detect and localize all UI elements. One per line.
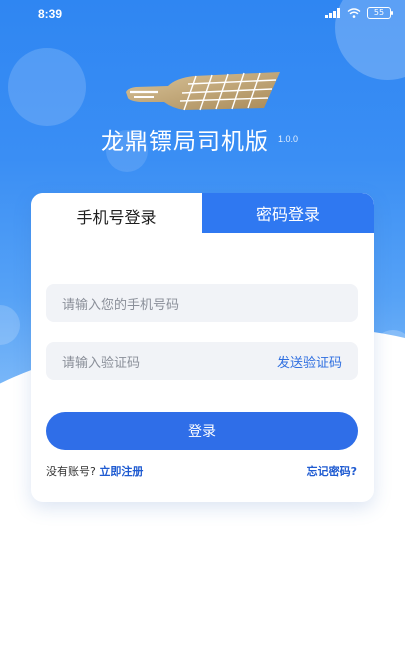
send-code-button[interactable]: 发送验证码 <box>277 352 342 371</box>
app-logo <box>124 68 284 116</box>
app-version: 1.0.0 <box>278 134 299 144</box>
register-link[interactable]: 立即注册 <box>99 465 143 478</box>
login-button[interactable]: 登录 <box>46 412 358 450</box>
decor-bubble <box>8 48 86 126</box>
forgot-password-link[interactable]: 忘记密码? <box>307 463 357 479</box>
phone-input[interactable]: 请输入您的手机号码 <box>46 284 358 322</box>
signal-icon <box>325 8 341 18</box>
no-account-text: 没有账号? <box>46 465 96 478</box>
status-icons: 55 <box>325 7 393 19</box>
code-input-placeholder: 请输入验证码 <box>62 355 141 371</box>
tab-phone-login[interactable]: 手机号登录 <box>31 193 202 239</box>
status-bar: 8:39 55 <box>0 0 405 26</box>
phone-input-placeholder: 请输入您的手机号码 <box>62 297 180 313</box>
code-input[interactable]: 请输入验证码 发送验证码 <box>46 342 358 380</box>
app-title: 龙鼎镖局司机版 <box>101 129 269 155</box>
wifi-icon <box>347 8 361 18</box>
status-time: 8:39 <box>38 7 63 21</box>
decor-bubble <box>0 305 20 345</box>
login-card: 密码登录 手机号登录 请输入您的手机号码 请输入验证码 发送验证码 登录 没有账… <box>31 193 374 502</box>
register-row: 没有账号? 立即注册 <box>46 463 143 479</box>
battery-icon: 55 <box>367 7 393 19</box>
tab-password-login[interactable]: 密码登录 <box>202 193 374 233</box>
